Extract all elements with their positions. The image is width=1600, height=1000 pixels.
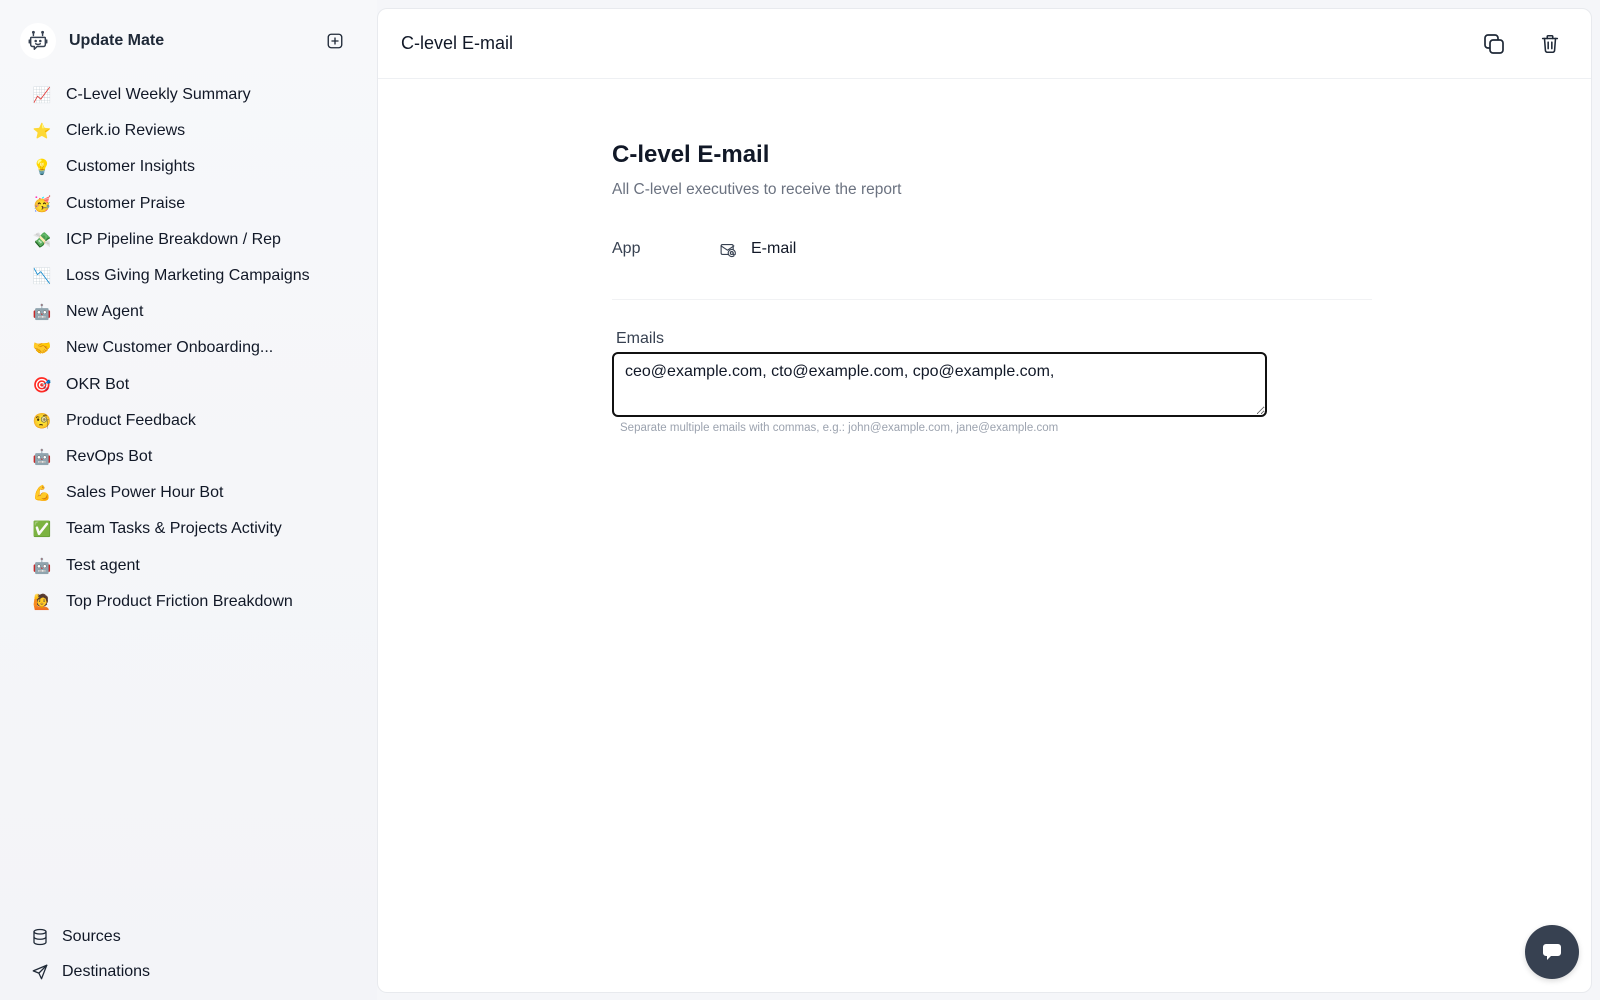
party-face-icon: 🥳 <box>32 194 52 213</box>
monocle-face-icon: 🧐 <box>32 411 52 430</box>
robot-icon: 🤖 <box>32 447 52 466</box>
sidebar-item[interactable]: 🎯 OKR Bot <box>20 367 360 403</box>
emails-label: Emails <box>616 330 665 347</box>
app-root: Update Mate 📈 C-Level Weekly Summary ⭐ Cle… <box>0 0 1600 1000</box>
sidebar-item-label: Sales Power Hour Bot <box>66 484 224 502</box>
trash-icon <box>1541 34 1559 54</box>
sidebar-footer: Sources Destinations <box>30 919 150 989</box>
divider <box>612 299 1372 300</box>
app-label: App <box>612 240 641 257</box>
emails-help-text: Separate multiple emails with commas, e.… <box>620 422 1059 434</box>
plus-square-icon <box>327 33 343 49</box>
delete-button[interactable] <box>1537 31 1563 57</box>
sidebar-item[interactable]: 🤖 RevOps Bot <box>20 439 360 475</box>
destination-title: C-level E-mail <box>612 141 770 168</box>
copy-icon <box>1484 34 1504 54</box>
send-icon <box>30 962 50 982</box>
sidebar-item-label: Test agent <box>66 556 140 574</box>
chat-bubble-icon <box>1543 944 1561 960</box>
sidebar-item-label: Clerk.io Reviews <box>66 122 186 140</box>
agent-list: 📈 C-Level Weekly Summary ⭐ Clerk.io Review… <box>20 77 360 620</box>
app-value-text: E-mail <box>751 240 797 257</box>
sidebar-item-label: Team Tasks & Projects Activity <box>66 520 282 538</box>
sidebar-item[interactable]: 💡 Customer Insights <box>20 149 360 185</box>
sidebar-item[interactable]: 🤖 New Agent <box>20 294 360 330</box>
page-title: C-level E-mail <box>401 33 514 53</box>
chart-decreasing-icon: 📉 <box>32 267 52 286</box>
sidebar-item[interactable]: 📉 Loss Giving Marketing Campaigns <box>20 258 360 294</box>
sidebar-item-label: Customer Insights <box>66 158 195 176</box>
sidebar-item-destinations[interactable]: Destinations <box>30 954 150 989</box>
star-icon: ⭐ <box>32 122 52 141</box>
main-header: C-level E-mail <box>378 9 1591 79</box>
sidebar-item-label: Customer Praise <box>66 194 186 212</box>
chart-increasing-icon: 📈 <box>32 86 52 105</box>
person-raising-hand-icon: 🙋 <box>32 592 52 611</box>
main-panel: C-level E-mail C-level E-mail All C-leve… <box>377 8 1592 993</box>
sidebar-item[interactable]: 🥳 Customer Praise <box>20 186 360 222</box>
sidebar-item[interactable]: 📈 C-Level Weekly Summary <box>20 77 360 113</box>
sidebar-item-label: New Agent <box>66 303 144 321</box>
mail-icon <box>718 240 736 258</box>
sidebar-item-label: Product Feedback <box>66 411 196 429</box>
sidebar-item-label: Top Product Friction Breakdown <box>66 592 293 610</box>
add-agent-button[interactable] <box>325 31 345 51</box>
sidebar-item[interactable]: 💪 Sales Power Hour Bot <box>20 475 360 511</box>
sidebar-item[interactable]: 🙋 Top Product Friction Breakdown <box>20 584 360 620</box>
money-wings-icon: 💸 <box>32 230 52 249</box>
app-value: E-mail <box>718 240 796 258</box>
database-icon <box>30 927 50 947</box>
sidebar-item-label: C-Level Weekly Summary <box>66 86 251 104</box>
sidebar-item[interactable]: ⭐ Clerk.io Reviews <box>20 113 360 149</box>
emails-input[interactable]: ceo@example.com, cto@example.com, cpo@ex… <box>612 352 1267 417</box>
sidebar-item-label: New Customer Onboarding... <box>66 339 274 357</box>
sidebar: Update Mate 📈 C-Level Weekly Summary ⭐ Cle… <box>0 0 377 1000</box>
sidebar-item-label: Destinations <box>62 962 151 980</box>
sidebar-item-label: Sources <box>62 927 121 945</box>
sidebar-item[interactable]: 🧐 Product Feedback <box>20 403 360 439</box>
destination-description: All C-level executives to receive the re… <box>612 181 902 198</box>
sidebar-item[interactable]: 🤝 New Customer Onboarding... <box>20 330 360 366</box>
sidebar-item-label: ICP Pipeline Breakdown / Rep <box>66 230 281 248</box>
brand-name: Update Mate <box>69 32 165 49</box>
sidebar-item[interactable]: 💸 ICP Pipeline Breakdown / Rep <box>20 222 360 258</box>
handshake-icon: 🤝 <box>32 339 52 358</box>
robot-icon: 🤖 <box>32 556 52 575</box>
robot-face-icon <box>20 23 56 59</box>
sidebar-item-sources[interactable]: Sources <box>30 919 150 954</box>
sidebar-item-label: Loss Giving Marketing Campaigns <box>66 267 310 285</box>
duplicate-button[interactable] <box>1481 31 1507 57</box>
target-icon: 🎯 <box>32 375 52 394</box>
header-actions <box>1481 31 1563 57</box>
sidebar-item-label: RevOps Bot <box>66 447 153 465</box>
brand[interactable]: Update Mate <box>20 22 164 60</box>
sidebar-item[interactable]: 🤖 Test agent <box>20 547 360 583</box>
chat-button[interactable] <box>1525 925 1579 979</box>
sidebar-item[interactable]: ✅ Team Tasks & Projects Activity <box>20 511 360 547</box>
flexed-biceps-icon: 💪 <box>32 484 52 503</box>
check-mark-icon: ✅ <box>32 520 52 539</box>
destination-form: C-level E-mail All C-level executives to… <box>612 141 1372 434</box>
robot-icon: 🤖 <box>32 303 52 322</box>
light-bulb-icon: 💡 <box>32 158 52 177</box>
sidebar-item-label: OKR Bot <box>66 375 130 393</box>
app-row: App E-mail <box>612 237 1372 261</box>
